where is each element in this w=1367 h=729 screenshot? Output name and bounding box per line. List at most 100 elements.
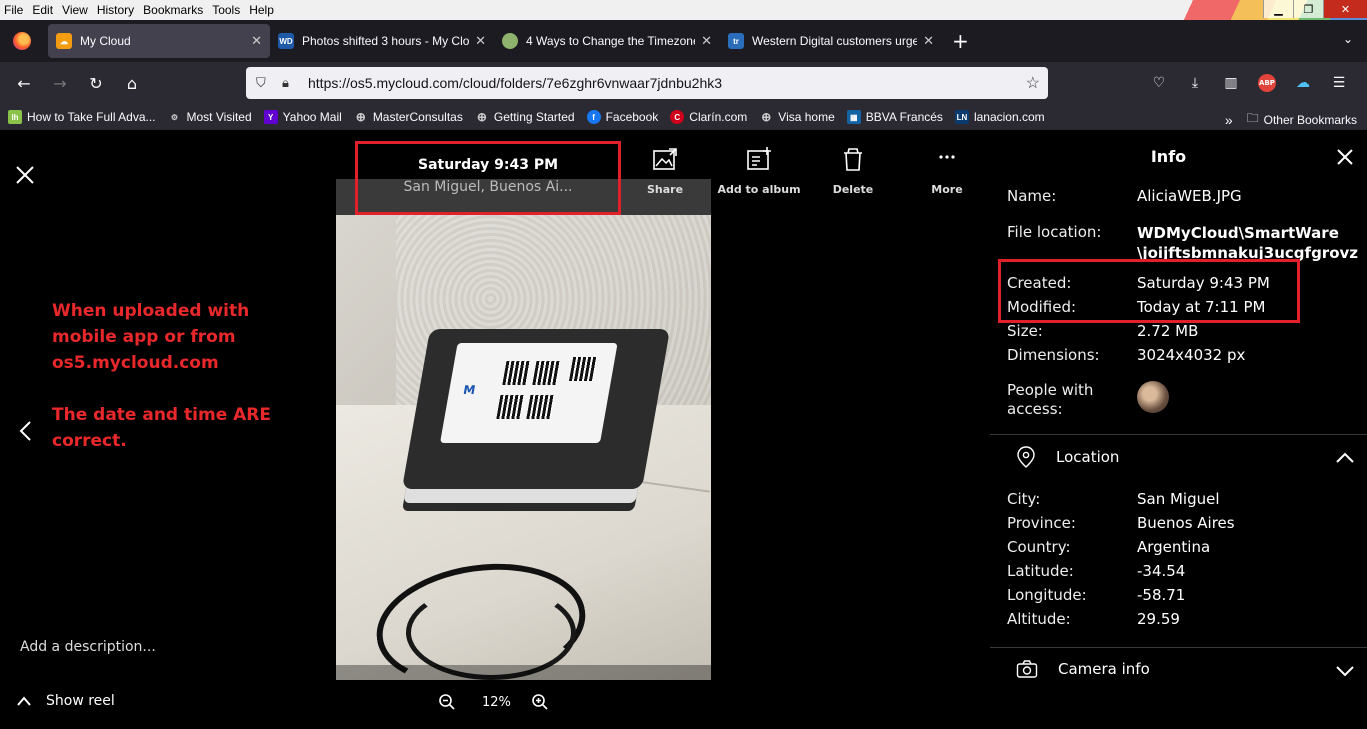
info-city-row: City: San Miguel bbox=[1007, 490, 1220, 508]
previous-arrow-icon[interactable] bbox=[16, 419, 36, 443]
clarin-icon: C bbox=[670, 110, 685, 124]
bookmark-item[interactable]: LN lanacion.com bbox=[954, 110, 1045, 124]
camera-info-section-header[interactable]: Camera info bbox=[1016, 659, 1150, 679]
bookmark-item[interactable]: ⊕ MasterConsultas bbox=[354, 110, 463, 124]
info-title: Info bbox=[1150, 147, 1187, 166]
gear-icon: ⚙ bbox=[170, 112, 179, 122]
zoom-out-icon[interactable] bbox=[438, 693, 456, 711]
pocket-icon[interactable]: ♡ bbox=[1141, 68, 1177, 98]
forward-button[interactable]: → bbox=[42, 67, 78, 99]
add-to-album-icon bbox=[747, 147, 771, 170]
tab-title: Photos shifted 3 hours - My Cloud bbox=[302, 34, 470, 48]
photo-image: M bbox=[336, 215, 711, 680]
tab-timezone[interactable]: 4 Ways to Change the Timezone ✕ bbox=[494, 24, 720, 58]
lh-icon: lh bbox=[8, 110, 22, 124]
bookmark-item[interactable]: ⊕ Visa home bbox=[759, 110, 835, 124]
cloud-extension-icon[interactable]: ☁ bbox=[1285, 68, 1321, 98]
menu-view[interactable]: View bbox=[62, 3, 88, 17]
location-section-header[interactable]: Location bbox=[1016, 445, 1119, 469]
firefox-menu[interactable] bbox=[0, 20, 44, 62]
close-icon[interactable] bbox=[13, 163, 37, 187]
router-logo: M bbox=[462, 383, 477, 397]
menu-help[interactable]: Help bbox=[249, 3, 274, 17]
tab-close-icon[interactable]: ✕ bbox=[475, 33, 486, 49]
bookmark-item[interactable]: ▦ BBVA Francés bbox=[846, 110, 943, 124]
bookmark-item[interactable]: ⊕ Getting Started bbox=[475, 110, 575, 124]
add-to-album-button[interactable]: Add to album bbox=[712, 145, 806, 196]
tab-western-digital[interactable]: tr Western Digital customers urged ✕ bbox=[720, 24, 942, 58]
camera-icon bbox=[1016, 660, 1038, 678]
lock-icon[interactable]: 🔒︎ bbox=[282, 75, 302, 91]
date-highlight-box: Saturday 9:43 PM San Miguel, Buenos Ai..… bbox=[355, 141, 621, 215]
zoom-level: 12% bbox=[482, 694, 511, 710]
info-location-row: File location: WDMyCloud\SmartWare \joij… bbox=[1007, 223, 1359, 262]
menu-bookmarks[interactable]: Bookmarks bbox=[143, 3, 203, 17]
navigation-bar: ← → ↻ ⌂ ⛉ 🔒︎ https://os5.mycloud.com/clo… bbox=[0, 62, 1367, 104]
site-icon bbox=[502, 33, 518, 49]
file-name: AliciaWEB.JPG bbox=[1137, 187, 1242, 205]
zoom-in-icon[interactable] bbox=[531, 693, 549, 711]
home-button[interactable]: ⌂ bbox=[114, 67, 150, 99]
tab-my-cloud[interactable]: ☁ My Cloud ✕ bbox=[48, 24, 270, 58]
router-device-illustration: M bbox=[401, 329, 671, 489]
more-button[interactable]: More bbox=[900, 145, 994, 196]
show-reel-button[interactable]: Show reel bbox=[16, 693, 115, 709]
bookmark-item[interactable]: f Facebook bbox=[586, 110, 658, 124]
chevron-up-icon bbox=[17, 696, 31, 706]
tr-icon: tr bbox=[728, 33, 744, 49]
url-text[interactable]: https://os5.mycloud.com/cloud/folders/7e… bbox=[308, 75, 722, 91]
overflow-chevron-icon[interactable]: » bbox=[1225, 112, 1233, 128]
zoom-controls: 12% bbox=[438, 693, 549, 711]
avatar[interactable] bbox=[1137, 381, 1169, 413]
window-close-button[interactable]: ✕ bbox=[1323, 0, 1367, 18]
add-description-input[interactable]: Add a description... bbox=[20, 639, 156, 655]
tab-photos-shifted[interactable]: WD Photos shifted 3 hours - My Cloud ✕ bbox=[270, 24, 494, 58]
toolbar-icons: ♡ ⤓ ▥ ABP ☁ ☰ bbox=[1141, 68, 1357, 98]
globe-icon: ⊕ bbox=[355, 110, 366, 124]
menu-tools[interactable]: Tools bbox=[212, 3, 240, 17]
tab-close-icon[interactable]: ✕ bbox=[923, 33, 934, 49]
delete-button[interactable]: Delete bbox=[806, 145, 900, 196]
new-tab-button[interactable]: + bbox=[952, 29, 969, 53]
photo[interactable]: M bbox=[336, 179, 711, 680]
maximize-button[interactable]: ❐ bbox=[1293, 0, 1323, 18]
other-bookmarks[interactable]: Other Bookmarks bbox=[1264, 113, 1357, 127]
globe-icon: ⊕ bbox=[476, 110, 487, 124]
menu-edit[interactable]: Edit bbox=[32, 3, 53, 17]
shield-icon[interactable]: ⛉ bbox=[256, 75, 276, 91]
bookmark-item[interactable]: ⚙ Most Visited bbox=[168, 110, 252, 124]
bookmark-item[interactable]: C Clarín.com bbox=[670, 110, 747, 124]
url-bar[interactable]: ⛉ 🔒︎ https://os5.mycloud.com/cloud/folde… bbox=[246, 67, 1048, 99]
created-modified-highlight-box bbox=[998, 259, 1300, 323]
photo-location: San Miguel, Buenos Ai... bbox=[403, 179, 573, 195]
tab-title: My Cloud bbox=[80, 34, 131, 48]
chevron-down-icon[interactable] bbox=[1335, 661, 1355, 681]
ln-icon: LN bbox=[954, 110, 969, 124]
tab-close-icon[interactable]: ✕ bbox=[701, 33, 712, 49]
share-button[interactable]: Share bbox=[618, 145, 712, 196]
info-latitude-row: Latitude: -34.54 bbox=[1007, 562, 1186, 580]
reader-icon[interactable]: ▥ bbox=[1213, 68, 1249, 98]
folder-icon: 🗀 bbox=[1246, 111, 1259, 125]
menu-file[interactable]: File bbox=[4, 3, 23, 17]
chevron-up-icon[interactable] bbox=[1335, 448, 1355, 468]
tab-close-icon[interactable]: ✕ bbox=[251, 33, 262, 49]
info-country-row: Country: Argentina bbox=[1007, 538, 1211, 556]
back-button[interactable]: ← bbox=[6, 67, 42, 99]
list-tabs-chevron-icon[interactable]: ⌄ bbox=[1343, 32, 1353, 46]
bookmark-item[interactable]: lh How to Take Full Adva... bbox=[8, 110, 156, 124]
hamburger-menu-icon[interactable]: ☰ bbox=[1321, 68, 1357, 98]
menu-history[interactable]: History bbox=[97, 3, 134, 17]
bookmark-star-icon[interactable]: ☆ bbox=[1026, 73, 1040, 93]
more-dots-icon bbox=[939, 155, 955, 159]
downloads-icon[interactable]: ⤓ bbox=[1177, 68, 1213, 98]
facebook-icon: f bbox=[586, 110, 601, 124]
wd-icon: WD bbox=[278, 33, 294, 49]
close-info-icon[interactable] bbox=[1335, 147, 1355, 167]
adblock-icon[interactable]: ABP bbox=[1258, 74, 1276, 92]
bookmark-item[interactable]: Y Yahoo Mail bbox=[263, 110, 342, 124]
reload-button[interactable]: ↻ bbox=[78, 67, 114, 99]
minimize-button[interactable]: ▁ bbox=[1263, 0, 1293, 18]
info-name-row: Name: AliciaWEB.JPG bbox=[1007, 187, 1242, 205]
size-value: 2.72 MB bbox=[1137, 322, 1199, 340]
